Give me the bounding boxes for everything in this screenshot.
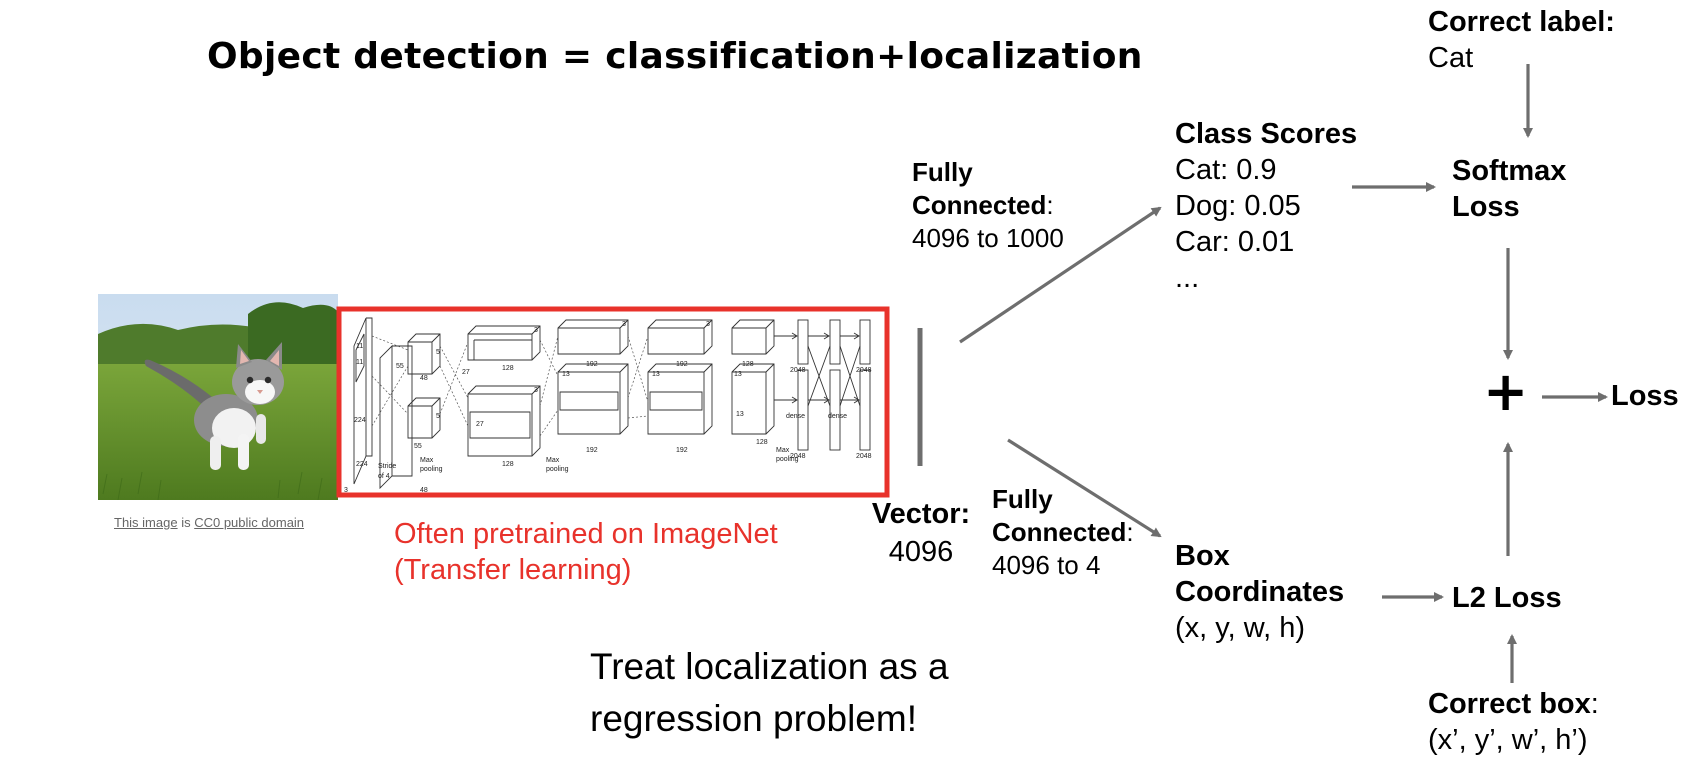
total-loss: Loss [1611,380,1679,412]
class-scores-heading: Class Scores [1175,118,1358,150]
plus-icon: + [1483,360,1529,423]
l2-loss: L2 Loss [1452,582,1562,614]
correct-box: Correct box: (x’, y’, w’, h’) [1428,688,1599,756]
fc-top-label: Fully Connected: 4096 to 1000 [912,157,1064,253]
fc-bottom-label: Fully Connected: 4096 to 4 [992,484,1134,580]
correct-label: Correct label: Cat [1428,6,1615,74]
regression-note: Treat localization as a regression probl… [590,646,949,739]
class-scores: Class Scores Cat: 0.9 Dog: 0.05 Car: 0.0… [1175,116,1357,296]
softmax-loss: Softmax Loss [1452,155,1567,223]
class-score-item: Dog: 0.05 [1175,190,1301,222]
class-score-item: ... [1175,262,1200,294]
box-coordinates: Box Coordinates (x, y, w, h) [1175,540,1345,644]
class-score-item: Cat: 0.9 [1175,154,1277,186]
class-score-item: Car: 0.01 [1175,226,1295,258]
vector-label: Vector: 4096 [871,498,971,568]
